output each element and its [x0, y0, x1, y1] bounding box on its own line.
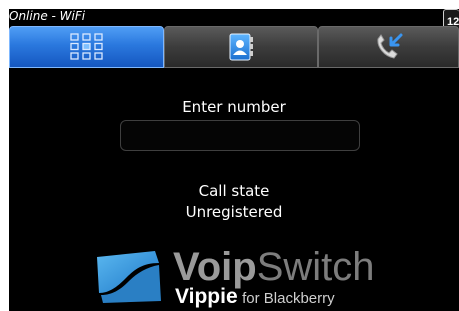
keypad-icon [69, 33, 103, 60]
tab-call-log[interactable] [318, 26, 459, 68]
number-input[interactable] [120, 120, 360, 151]
voipswitch-logo-mark [97, 251, 161, 303]
status-bar: Online - WiFi 12 [9, 9, 459, 33]
call-log-icon [376, 33, 402, 59]
logo-platform: for Blackberry [242, 290, 335, 307]
connection-status: Online - WiFi [9, 9, 86, 23]
dialer-panel: Enter number Call state Unregistered Voi… [9, 68, 459, 311]
contacts-book-icon [229, 33, 253, 61]
tab-contacts[interactable] [164, 26, 318, 68]
logo-subtitle: Vippie for Blackberry [175, 285, 335, 311]
tab-bar [9, 26, 459, 68]
call-state-label: Call state [198, 182, 270, 200]
logo-title: VoipSwitch [173, 245, 375, 289]
tab-dialpad[interactable] [9, 26, 164, 68]
logo-title-voip: Voip [173, 245, 257, 289]
logo-product: Vippie [175, 285, 238, 308]
call-state-value: Unregistered [185, 203, 283, 221]
voipswitch-logo: VoipSwitch Vippie for Blackberry [93, 245, 393, 311]
logo-title-switch: Switch [256, 245, 375, 289]
enter-number-label: Enter number [182, 98, 286, 116]
app-screen: Online - WiFi 12 Enter number Call state… [9, 9, 459, 311]
